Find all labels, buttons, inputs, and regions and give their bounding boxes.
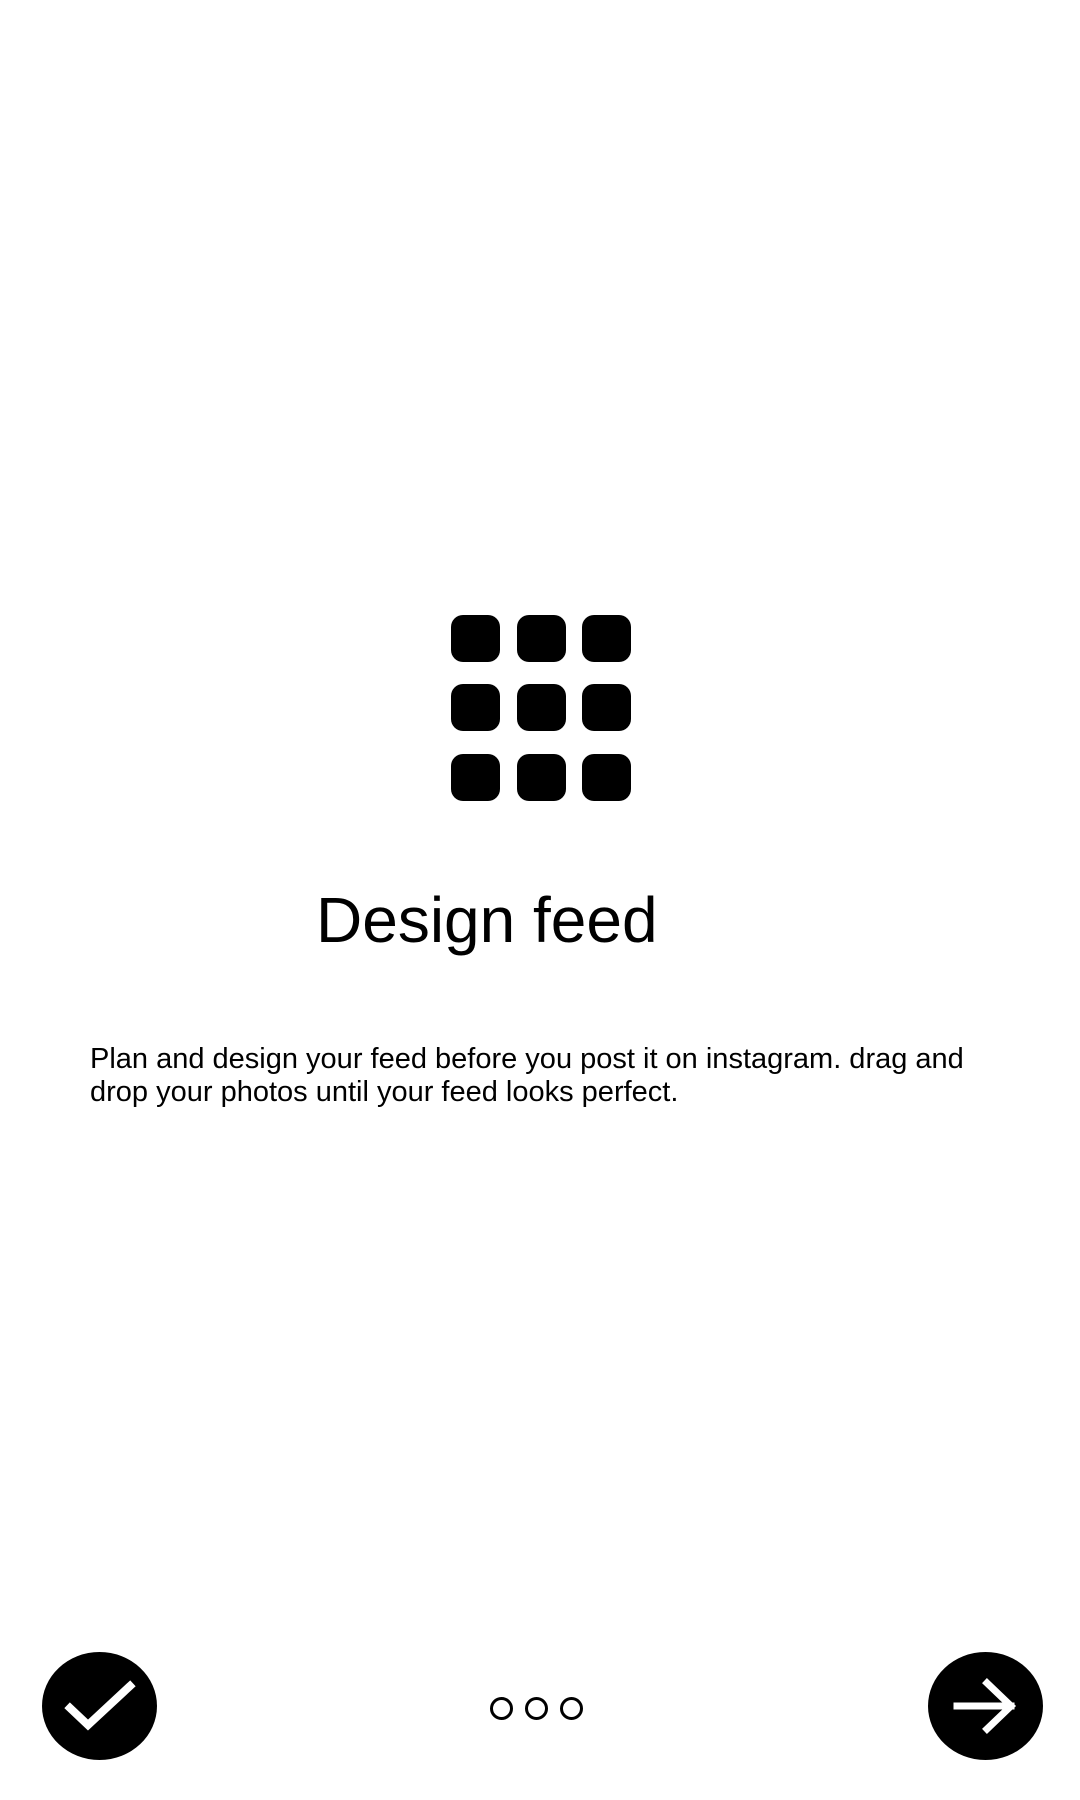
page-indicator-dot[interactable] xyxy=(490,1697,513,1720)
page-indicator-dot[interactable] xyxy=(560,1697,583,1720)
page-indicator-dot[interactable] xyxy=(525,1697,548,1720)
arrow-right-icon xyxy=(953,1678,1016,1734)
checkmark-icon xyxy=(63,1680,136,1731)
grid-tile xyxy=(451,754,500,801)
grid-tile xyxy=(451,615,500,662)
page-title: Design feed xyxy=(316,884,658,956)
next-button[interactable] xyxy=(928,1652,1043,1760)
grid-tile xyxy=(517,754,566,801)
grid-tile xyxy=(517,684,566,731)
grid-tile xyxy=(451,684,500,731)
page-description: Plan and design your feed before you pos… xyxy=(90,1043,964,1108)
page-indicator xyxy=(490,1697,583,1720)
grid-tile xyxy=(582,684,631,731)
grid-tile xyxy=(517,615,566,662)
done-button[interactable] xyxy=(42,1652,157,1760)
grid-tile xyxy=(582,615,631,662)
grid-icon xyxy=(451,615,633,801)
grid-tile xyxy=(582,754,631,801)
